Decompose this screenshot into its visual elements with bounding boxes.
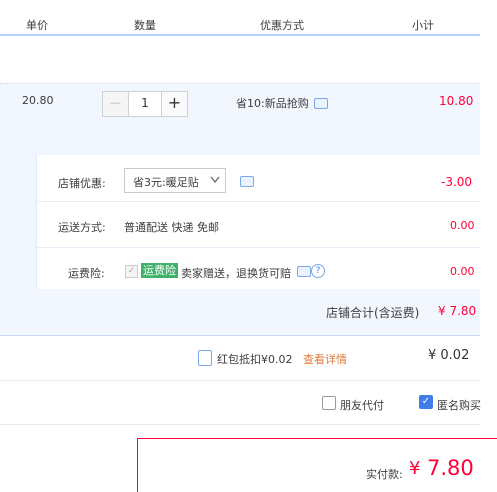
payment-label: 实付款:: [366, 468, 403, 481]
insurance-badge: 运费险: [141, 263, 178, 278]
table-header: 单价 数量 优惠方式 小计: [0, 0, 480, 36]
insurance-value: 0.00: [450, 265, 475, 278]
shop-discount-select[interactable]: 省3元:暖足贴: [124, 168, 226, 193]
item-promo: 省10:新品抢购: [236, 97, 309, 110]
chevron-down-icon: [210, 176, 220, 184]
decrease-qty-button[interactable]: —: [103, 92, 129, 116]
anonymous-label: 匿名购买: [437, 399, 481, 412]
divider: [36, 201, 480, 202]
red-envelope-details-link[interactable]: 查看详情: [303, 351, 347, 367]
shipping-value: 0.00: [450, 219, 475, 232]
payment-amount: 7.80: [427, 456, 474, 480]
red-envelope-label: 红包抵扣¥0.02: [217, 353, 293, 366]
shop-discount-label: 店铺优惠:: [58, 177, 106, 190]
shipping-label: 运送方式:: [58, 221, 106, 234]
shop-discount-selected: 省3元:暖足贴: [133, 176, 199, 189]
shipping-method: 普通配送 快递 免邮: [124, 221, 219, 234]
shop-total-label: 店铺合计(含运费): [326, 306, 420, 320]
divider: [0, 424, 480, 425]
col-subtotal-header: 小计: [412, 19, 434, 32]
help-icon[interactable]: ?: [311, 264, 325, 278]
insurance-checkbox[interactable]: ✓: [125, 265, 138, 278]
col-price-header: 单价: [26, 19, 48, 32]
item-subtotal: 10.80: [439, 94, 474, 108]
friend-pay-checkbox[interactable]: [322, 396, 336, 410]
red-envelope-value: ¥ 0.02: [428, 348, 470, 363]
divider: [0, 380, 480, 381]
order-item-row: [0, 83, 480, 156]
quantity-input[interactable]: 1: [129, 92, 161, 116]
col-qty-header: 数量: [134, 19, 156, 32]
increase-qty-button[interactable]: +: [161, 92, 187, 116]
divider: [36, 247, 480, 248]
insurance-desc: 卖家赠送，退换货可赔: [181, 267, 291, 280]
chat-icon[interactable]: [240, 176, 254, 187]
anonymous-checkbox[interactable]: ✓: [419, 395, 433, 409]
red-envelope-checkbox[interactable]: [198, 350, 212, 366]
chat-icon[interactable]: [314, 98, 328, 109]
friend-pay-label: 朋友代付: [340, 399, 384, 412]
divider: [0, 335, 480, 336]
payment-currency: ¥: [409, 458, 421, 479]
item-price: 20.80: [22, 94, 54, 107]
shop-discount-value: -3.00: [441, 175, 473, 189]
chat-icon[interactable]: [297, 266, 311, 277]
insurance-label: 运费险:: [68, 267, 105, 280]
col-discount-header: 优惠方式: [260, 19, 304, 32]
shop-total-value: ¥ 7.80: [438, 304, 477, 318]
quantity-stepper: — 1 +: [102, 91, 188, 117]
